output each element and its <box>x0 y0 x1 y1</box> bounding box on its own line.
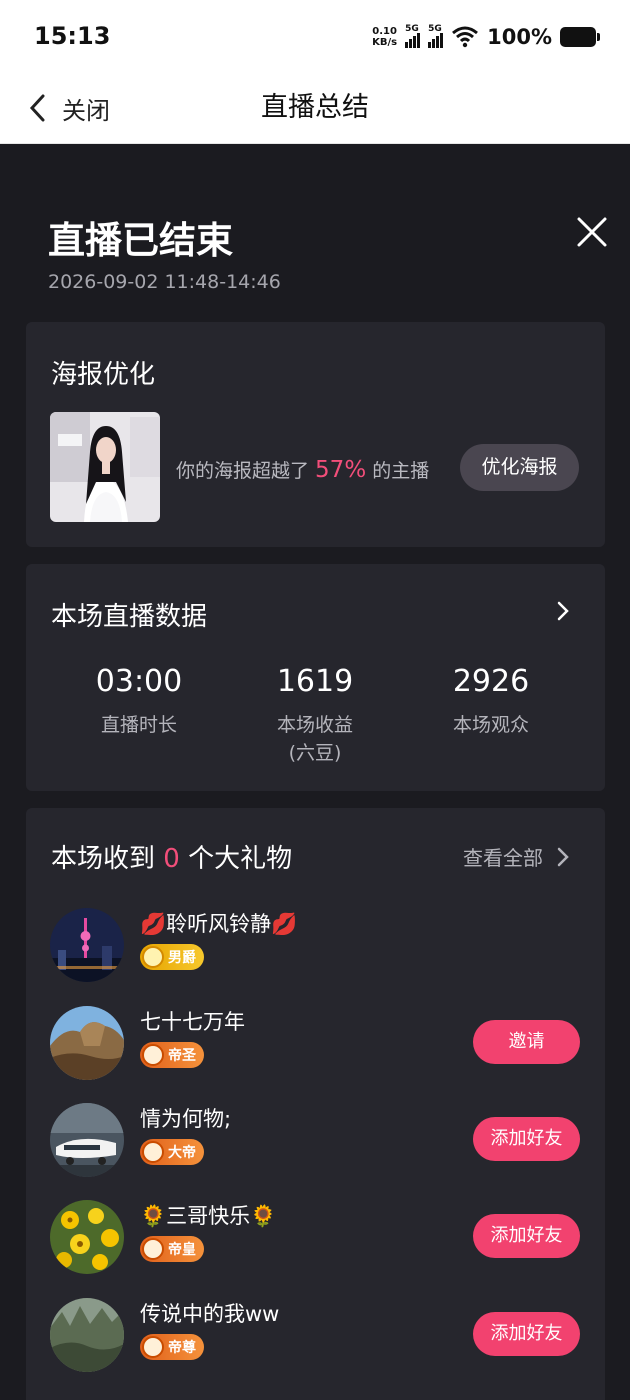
wifi-icon <box>452 26 479 48</box>
medal-icon <box>142 1044 164 1066</box>
medal-icon <box>142 1336 164 1358</box>
avatar[interactable] <box>50 908 124 982</box>
stat-value: 03:00 <box>95 664 183 699</box>
chevron-right-icon[interactable] <box>556 600 570 622</box>
badge-label: 帝圣 <box>168 1048 196 1064</box>
nav-bar: 关闭 直播总结 <box>0 72 630 144</box>
add-friend-button[interactable]: 添加好友 <box>473 1117 580 1161</box>
gifts-card: 本场收到 0 个大礼物 查看全部 💋聆听风铃静💋 男爵 七十七万年 帝圣 邀请 … <box>26 808 605 1400</box>
medal-icon <box>142 946 164 968</box>
live-time-range: 2026-09-02 11:48-14:46 <box>48 271 281 293</box>
live-ended-title: 直播已结束 <box>48 219 233 262</box>
view-all-link[interactable]: 查看全部 <box>463 842 569 871</box>
stat-label: 本场观众 <box>452 714 529 736</box>
stats-card-title: 本场直播数据 <box>51 602 208 632</box>
network-speed: 0.10 KB/s <box>372 26 397 48</box>
stat-value: 2926 <box>452 664 530 699</box>
user-name: 七十七万年 <box>140 1010 245 1034</box>
signal-icon-2: 5G <box>428 24 444 48</box>
user-name: 💋聆听风铃静💋 <box>140 912 298 936</box>
battery-percent: 100% <box>487 25 552 49</box>
medal-icon <box>142 1238 164 1260</box>
status-time: 15:13 <box>34 22 111 50</box>
list-item[interactable]: 情为何物; 大帝 添加好友 <box>26 1103 605 1183</box>
live-stats-card[interactable]: 本场直播数据 03:00 直播时长 1619 本场收益 (六豆) 2926 本场… <box>26 564 605 791</box>
sim2-label: 5G <box>428 24 442 34</box>
avatar[interactable] <box>50 1103 124 1177</box>
chevron-right-icon <box>557 847 569 866</box>
poster-text-after: 的主播 <box>366 460 430 482</box>
status-bar: 15:13 0.10 KB/s 5G 5G 100% <box>0 0 630 72</box>
avatar[interactable] <box>50 1200 124 1274</box>
status-icons: 0.10 KB/s 5G 5G 100% <box>372 22 600 52</box>
avatar[interactable] <box>50 1006 124 1080</box>
signal-icon: 5G <box>405 24 421 48</box>
gifts-title: 本场收到 0 个大礼物 <box>51 838 292 875</box>
page-title: 直播总结 <box>261 92 369 123</box>
view-all-label: 查看全部 <box>463 846 543 870</box>
battery-icon <box>560 27 600 47</box>
poster-text-before: 你的海报超越了 <box>176 460 316 482</box>
stat-viewers: 2926 本场观众 <box>401 664 581 739</box>
list-item[interactable]: 传说中的我ww 帝尊 添加好友 <box>26 1298 605 1378</box>
add-friend-button[interactable]: 添加好友 <box>473 1214 580 1258</box>
stat-label-text: 本场收益 <box>276 714 353 736</box>
gifts-title-before: 本场收到 <box>51 844 156 874</box>
badge-label: 大帝 <box>168 1145 196 1161</box>
user-name: 传说中的我ww <box>140 1302 280 1326</box>
badge-label: 帝皇 <box>168 1242 196 1258</box>
poster-thumbnail[interactable] <box>50 412 160 522</box>
stat-sublabel: (六豆) <box>288 742 342 764</box>
optimize-poster-button[interactable]: 优化海报 <box>460 444 579 491</box>
user-name: 情为何物; <box>140 1107 232 1131</box>
sim1-label: 5G <box>405 24 419 34</box>
poster-card-title: 海报优化 <box>51 360 156 390</box>
stat-earnings: 1619 本场收益 (六豆) <box>225 664 405 767</box>
stat-label: 本场收益 (六豆) <box>225 711 405 767</box>
level-badge: 帝尊 <box>140 1334 204 1360</box>
stat-label: 直播时长 <box>100 714 177 736</box>
network-speed-value: 0.10 <box>372 26 397 37</box>
list-item[interactable]: 💋聆听风铃静💋 男爵 <box>26 908 605 988</box>
user-name: 🌻三哥快乐🌻 <box>140 1204 277 1228</box>
stat-duration: 03:00 直播时长 <box>49 664 229 739</box>
invite-button[interactable]: 邀请 <box>473 1020 580 1064</box>
level-badge: 帝圣 <box>140 1042 204 1068</box>
level-badge: 大帝 <box>140 1139 204 1165</box>
poster-percent: 57% <box>315 457 367 483</box>
stat-value: 1619 <box>276 664 354 699</box>
avatar[interactable] <box>50 1298 124 1372</box>
poster-rank-text: 你的海报超越了 57% 的主播 <box>176 456 429 483</box>
gifts-title-after: 个大礼物 <box>188 844 293 874</box>
level-badge: 帝皇 <box>140 1236 204 1262</box>
gifts-count: 0 <box>163 844 180 874</box>
list-item[interactable]: 🌻三哥快乐🌻 帝皇 添加好友 <box>26 1200 605 1280</box>
add-friend-button[interactable]: 添加好友 <box>473 1312 580 1356</box>
badge-label: 帝尊 <box>168 1340 196 1356</box>
poster-card: 海报优化 你的海报超越了 57% 的主播 优化海报 <box>26 322 605 547</box>
list-item[interactable]: 七十七万年 帝圣 邀请 <box>26 1006 605 1086</box>
close-icon[interactable] <box>574 214 610 250</box>
network-speed-unit: KB/s <box>372 37 398 48</box>
medal-icon <box>142 1141 164 1163</box>
level-badge: 男爵 <box>140 944 204 970</box>
badge-label: 男爵 <box>168 950 196 966</box>
